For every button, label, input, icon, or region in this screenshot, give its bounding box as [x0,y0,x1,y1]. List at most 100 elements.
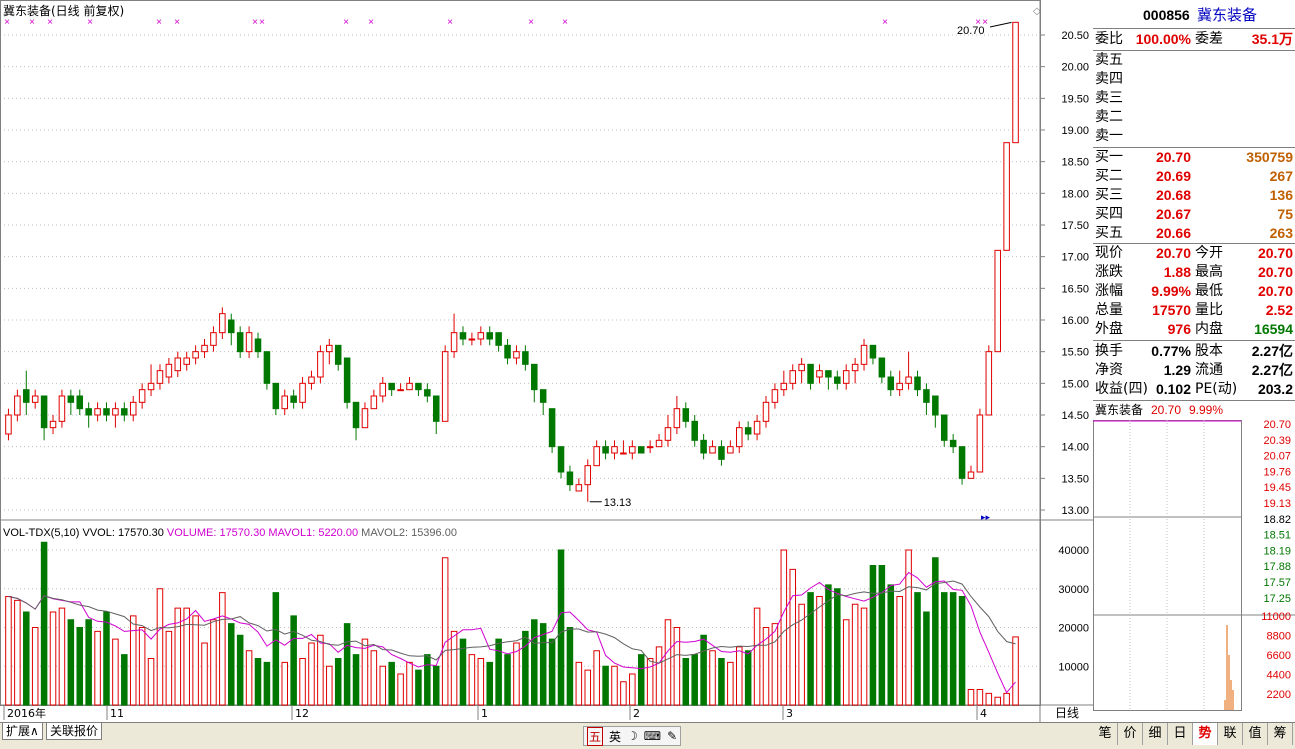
volume-bar [308,642,315,706]
sell-level-row: 卖四 [1093,70,1295,89]
candle-body [326,344,333,353]
kline-chart-svg[interactable]: 20.50 20.00 19.50 19.00 18.50 18.00 17.50 17.00… [0,0,1093,722]
volume-bar [923,611,930,706]
tab-related-quotes[interactable]: 关联报价 [46,723,103,740]
volume-bar [611,665,618,706]
stock-chart-window: 20.50 20.00 19.50 19.00 18.50 18.00 17.50 17.00… [0,0,1295,749]
event-marker: × [87,17,93,28]
fund-label2: PE(动) [1195,381,1238,397]
price-tick-label: 16.50 [1061,283,1089,295]
volume-bar [450,630,458,706]
candle-body [994,249,1001,353]
candle-body [397,389,404,392]
event-marker: × [447,17,453,28]
volume-bar [370,650,378,706]
candle-body [949,439,957,448]
mini-price-tick: 20.39 [1263,435,1291,447]
volume-bar [201,642,208,706]
volume-bar [334,658,342,706]
event-marker: × [252,17,258,28]
candle-body [718,446,725,460]
stat-value2: 2.52 [1265,302,1293,318]
candle-body [513,351,520,359]
candle-body [441,351,449,422]
candle-body [655,439,663,448]
volume-bar [361,638,369,706]
quote-tab-1[interactable]: 价 [1118,723,1143,745]
ime-mode-icon[interactable]: 五 [587,726,604,746]
candle-body [210,332,217,346]
ime-toolbar[interactable]: 五英 ☽ ⌨ ✎ [583,726,682,746]
ime-tools-icon[interactable]: ✎ [667,729,677,743]
tab-expand[interactable]: 扩展∧ [2,723,43,740]
diamond-icon: ◇ [1033,6,1041,17]
candle-body [450,332,458,353]
fund-value2: 2.27亿 [1251,362,1293,378]
time-tick-label: 2016年 [7,706,46,720]
candle-body [504,344,511,359]
intraday-mini-chart[interactable]: 20.70 20.39 20.07 19.76 19.45 19.13 18.82 18.51… [1093,420,1295,720]
candle-body [486,332,493,340]
quote-tab-2[interactable]: 细 [1143,723,1168,745]
stat-row: 现价 20.70 今开 20.70 [1093,244,1295,263]
volume-bar [602,665,609,706]
fund-value: 1.29 [1163,362,1191,378]
candle-body [415,382,422,391]
weicha-label: 委差 [1195,31,1223,47]
volume-bar [718,658,725,706]
mini-volume-tick: 6600 [1267,650,1291,662]
quote-tab-4[interactable]: 势 [1193,723,1218,745]
candle-body [851,363,859,372]
candle-body [816,370,823,378]
price-tick-label: 18.50 [1061,157,1089,169]
mini-price-tick: 18.19 [1263,545,1291,557]
quote-tab-7[interactable]: 筹 [1268,723,1293,745]
candle-body [548,408,556,448]
ime-keyboard-icon[interactable]: ⌨ [644,729,661,743]
mini-price-tick: 18.51 [1263,530,1291,542]
candle-body [940,414,948,441]
mini-price-tick: 19.76 [1263,466,1291,478]
volume-bar [834,588,841,706]
quote-panel-tabs: 笔价细日势联值筹 [1093,723,1295,747]
volume-bar [896,596,903,706]
candle-body [673,408,681,429]
fund-row: 换手 0.77% 股本 2.27亿 [1093,342,1295,361]
quote-tab-6[interactable]: 值 [1243,723,1268,745]
kline-chart-panel[interactable]: 20.50 20.00 19.50 19.00 18.50 18.00 17.50 17.00… [0,0,1094,722]
buy-level-value: 20.68 [1155,187,1191,203]
volume-bar [138,627,146,706]
volume-bar [878,565,886,706]
stat-label: 现价 [1095,245,1123,261]
quote-tab-3[interactable]: 日 [1168,723,1193,745]
candle-body [370,395,378,410]
stat-row: 涨幅 9.99% 最低 20.70 [1093,282,1295,301]
volume-bar [343,623,351,706]
stat-value: 1.88 [1163,264,1191,280]
stat-label: 涨跌 [1095,264,1123,280]
weibi-row: 委比 100.00% 委差 35.1万 [1093,30,1295,49]
event-marker: × [156,17,162,28]
candle-body [228,319,235,334]
candle-body [522,351,529,365]
volume-bar [67,619,75,706]
volume-bar [468,654,476,706]
volume-bar [994,696,1001,706]
buy-level-row: 买四 20.67 75 [1093,205,1295,224]
volume-bar [326,665,333,706]
volume-bar [807,592,814,706]
candle-body [584,465,592,486]
candle-body [700,439,707,454]
stat-label: 外盘 [1095,321,1123,337]
volume-bar [156,588,164,706]
volume-bar [40,541,48,706]
quote-tab-5[interactable]: 联 [1218,723,1243,745]
volume-bar [637,654,645,706]
candle-body [219,313,226,334]
weibi-label: 委比 [1095,31,1123,47]
volume-bar [183,607,190,706]
volume-bar [825,584,832,706]
ime-lang-icon[interactable]: 英 [609,728,621,745]
quote-tab-0[interactable]: 笔 [1093,723,1118,745]
ime-moon-icon[interactable]: ☽ [627,729,638,743]
